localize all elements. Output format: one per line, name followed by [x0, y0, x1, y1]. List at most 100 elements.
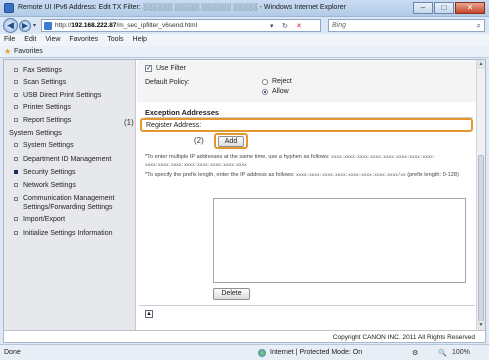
sidebar-item-import-export[interactable]: Import/Export [4, 214, 65, 226]
register-address-row: Register Address: [140, 118, 473, 132]
allow-radio[interactable] [262, 89, 268, 95]
page-content: Fax Settings Scan Settings USB Direct Pr… [3, 59, 486, 343]
main-panel: ✓ Use Filter Default Policy: Reject Allo… [137, 60, 477, 330]
multiple-ip-note-format: xxxx:xxxx:xxxx:xxxx:xxxx:xxxx:xxxx:xxxx- [331, 155, 436, 160]
use-filter-checkbox[interactable]: ✓ [145, 65, 152, 72]
close-button[interactable]: ✕ [455, 2, 485, 14]
register-address-input[interactable] [214, 121, 469, 130]
bullet-icon [14, 170, 18, 174]
multiple-ip-note-format-end: xxxx:xxxx:xxxx:xxxx:xxxx:xxxx:xxxx:xxxx [145, 162, 247, 168]
sidebar-item-initialize-settings[interactable]: Initialize Settings Information [4, 228, 113, 240]
minimize-button[interactable]: – [413, 2, 433, 14]
allow-label: Allow [272, 88, 289, 95]
reject-label: Reject [272, 78, 292, 85]
sidebar-item-department-id[interactable]: Department ID Management [4, 154, 111, 166]
menu-help[interactable]: Help [133, 34, 147, 46]
sidebar-item-fax-settings[interactable]: Fax Settings [4, 65, 62, 77]
favorites-star-icon[interactable]: ★ [4, 47, 11, 56]
refresh-icon[interactable]: ↻ [282, 22, 288, 30]
bullet-icon [14, 157, 18, 161]
menu-tools[interactable]: Tools [107, 34, 123, 46]
scroll-down-icon[interactable]: ▼ [477, 321, 485, 330]
sidebar-item-label: Department ID Management [23, 156, 112, 163]
sidebar-item-report-settings[interactable]: Report Settings [4, 115, 71, 127]
sidebar-item-label: Report Settings [23, 117, 72, 124]
menu-favorites[interactable]: Favorites [69, 34, 98, 46]
sidebar-item-system-settings[interactable]: System Settings [4, 140, 74, 152]
menu-file[interactable]: File [4, 34, 15, 46]
copyright-text: Copyright CANON INC. 2011 All Rights Res… [332, 334, 475, 341]
callout-1-label: (1) [124, 118, 134, 127]
menu-edit[interactable]: Edit [24, 34, 36, 46]
sidebar-item-usb-direct-print[interactable]: USB Direct Print Settings [4, 90, 101, 102]
sidebar-item-label: Printer Settings [23, 104, 71, 111]
recent-pages-dropdown-icon[interactable]: ▾ [33, 22, 36, 29]
sidebar: Fax Settings Scan Settings USB Direct Pr… [4, 60, 136, 330]
sidebar-item-label: Import/Export [23, 216, 66, 223]
prefix-length-note: *To specify the prefix length, enter the… [145, 172, 473, 180]
title-bar: Remote UI IPv6 Address: Edit TX Filter: … [0, 0, 489, 17]
zoom-level[interactable]: 100% [452, 349, 470, 356]
stop-icon[interactable]: ✕ [296, 22, 302, 30]
sidebar-item-label: Initialize Settings Information [23, 230, 113, 237]
search-icon[interactable]: ⌕ [477, 21, 481, 31]
sidebar-item-label: Scan Settings [23, 79, 67, 86]
status-bar: Done Internet | Protected Mode: On ⚙ 🔍 1… [0, 344, 489, 360]
search-box[interactable]: Bing ⌕ [328, 19, 485, 32]
sidebar-item-scan-settings[interactable]: Scan Settings [4, 77, 66, 89]
sidebar-item-communication-management[interactable]: Communication Management Settings/Forwar… [4, 194, 131, 214]
menu-view[interactable]: View [45, 34, 60, 46]
page-scrollbar[interactable]: ▲ ▼ [476, 60, 485, 330]
address-url: http://192.168.222.87/m_sec_ipfilter_v6s… [55, 22, 198, 29]
bullet-icon [14, 80, 18, 84]
filter-settings-panel: ✓ Use Filter Default Policy: Reject Allo… [137, 60, 477, 102]
address-dropdown-icon[interactable]: ▾ [270, 22, 274, 30]
bullet-icon [14, 183, 18, 187]
bullet-icon [14, 231, 18, 235]
sidebar-item-label: USB Direct Print Settings [23, 92, 102, 99]
register-address-label: Register Address: [146, 122, 202, 129]
scrollbar-thumb[interactable] [478, 155, 484, 325]
sidebar-heading-system-settings: System Settings [9, 128, 62, 137]
delete-button[interactable]: Delete [213, 288, 250, 300]
sidebar-item-copy-settings[interactable] [4, 60, 23, 64]
exception-addresses-heading: Exception Addresses [145, 108, 219, 117]
default-policy-label: Default Policy: [145, 79, 190, 86]
navigation-bar: ◀ ▶ ▾ http://192.168.222.87/m_sec_ipfilt… [0, 17, 489, 34]
back-to-top-icon[interactable]: ▲ [145, 310, 153, 318]
sidebar-item-printer-settings[interactable]: Printer Settings [4, 102, 71, 114]
zoom-icon[interactable]: 🔍 [438, 349, 447, 357]
sidebar-item-label: System Settings [23, 142, 74, 149]
sidebar-item-label: Fax Settings [23, 67, 62, 74]
bullet-icon [14, 143, 18, 147]
exception-address-list[interactable] [213, 198, 466, 283]
sidebar-item-label: Network Settings [23, 182, 76, 189]
back-button[interactable]: ◀ [3, 18, 18, 33]
address-bar[interactable]: http://192.168.222.87/m_sec_ipfilter_v6s… [41, 19, 321, 32]
sidebar-item-security-settings[interactable]: Security Settings [4, 167, 76, 179]
forward-button[interactable]: ▶ [19, 20, 31, 32]
reject-radio[interactable] [262, 79, 268, 85]
callout-2-label: (2) [194, 136, 204, 145]
menu-bar: File Edit View Favorites Tools Help [0, 34, 489, 46]
bullet-icon [14, 105, 18, 109]
bullet-icon [14, 197, 18, 201]
browser-icon [4, 3, 14, 13]
use-filter-label: Use Filter [156, 65, 186, 72]
add-button-highlight: Add [214, 133, 248, 149]
bullet-icon [14, 68, 18, 72]
multiple-ip-note: *To enter multiple IP addresses at the s… [145, 154, 473, 169]
maximize-button[interactable]: □ [434, 2, 454, 14]
security-zone-text: Internet | Protected Mode: On [270, 349, 363, 356]
prefix-length-note-tail: (prefix length: 0-128) [407, 172, 459, 178]
internet-zone-icon [258, 349, 266, 357]
sidebar-item-label: Communication Management Settings/Forwar… [23, 195, 115, 211]
add-button[interactable]: Add [218, 136, 244, 147]
status-text: Done [4, 349, 21, 356]
scroll-up-icon[interactable]: ▲ [477, 60, 485, 69]
bullet-icon [14, 217, 18, 221]
protected-mode-icon[interactable]: ⚙ [412, 349, 418, 357]
sidebar-item-network-settings[interactable]: Network Settings [4, 180, 76, 192]
sidebar-item-label: Security Settings [23, 169, 76, 176]
favorites-button[interactable]: Favorites [14, 48, 43, 55]
